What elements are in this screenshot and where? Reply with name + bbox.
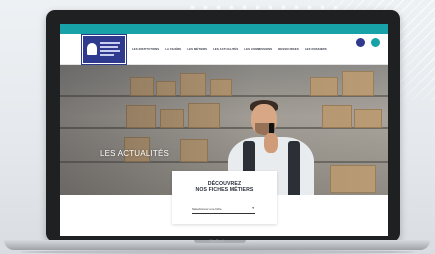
menu-item-commissions[interactable]: LES COMMISSIONS [244, 45, 272, 53]
card-title-line: NOS FICHES MÉTIERS [195, 187, 254, 194]
card-title: DÉCOUVREZ NOS FICHES MÉTIERS [172, 181, 277, 194]
account-icon [356, 38, 365, 47]
top-accent-bar [60, 24, 388, 34]
worker-hand [264, 133, 278, 153]
chevron-down-icon: ▾ [252, 206, 254, 210]
logo-text-line [100, 46, 118, 48]
job-sheets-card: DÉCOUVREZ NOS FICHES MÉTIERS Sélectionne… [172, 171, 277, 224]
site-header: LES INSTITUTIONS LA FILIÈRE LES MÉTIERS … [60, 34, 388, 65]
laptop-brand: MacBook [209, 239, 225, 243]
logo-text-line [100, 50, 120, 52]
menu-item-actualites[interactable]: LES ACTUALITÉS [213, 45, 238, 53]
logo-emblem-icon [87, 43, 97, 55]
logo-text-line [100, 54, 114, 56]
region-icon [371, 38, 380, 47]
site-logo[interactable] [82, 35, 126, 64]
main-menu: LES INSTITUTIONS LA FILIÈRE LES MÉTIERS … [132, 45, 327, 53]
hero-title: LES ACTUALITÉS [100, 149, 170, 158]
menu-item-metiers[interactable]: LES MÉTIERS [187, 45, 207, 53]
logo-text-line [100, 42, 120, 44]
select-value: Sélectionner une fiche [192, 207, 222, 211]
laptop-screen: LES INSTITUTIONS LA FILIÈRE LES MÉTIERS … [60, 24, 388, 236]
header-icons [356, 38, 380, 47]
menu-item-ressources[interactable]: RESSOURCES [278, 45, 299, 53]
worker-strap [288, 141, 300, 195]
account-link[interactable] [356, 38, 365, 47]
menu-item-dossiers[interactable]: LES DOSSIERS [305, 45, 327, 53]
region-link[interactable] [371, 38, 380, 47]
menu-item-institutions[interactable]: LES INSTITUTIONS [132, 45, 159, 53]
job-sheet-select[interactable]: Sélectionner une fiche ▾ [192, 206, 255, 214]
laptop-shadow [20, 250, 415, 254]
menu-item-filiere[interactable]: LA FILIÈRE [165, 45, 181, 53]
